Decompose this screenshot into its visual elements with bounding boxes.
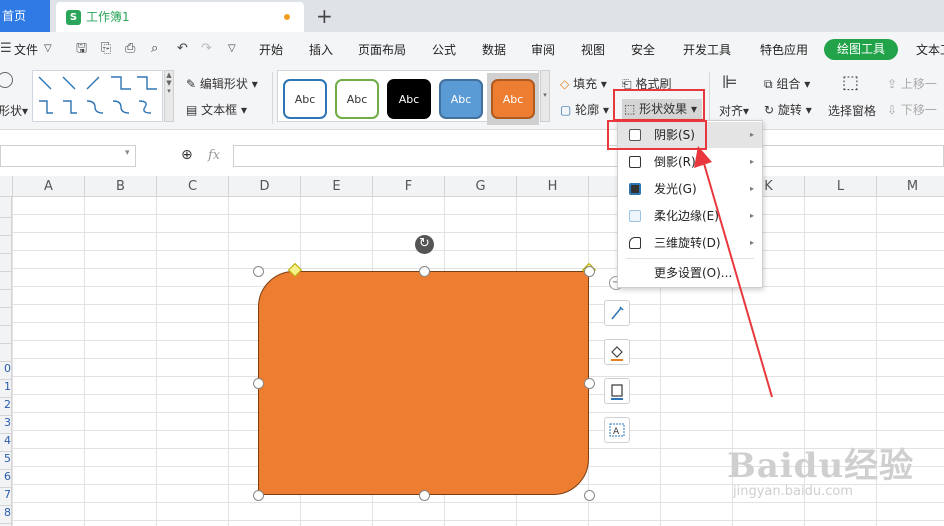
watermark-url: jingyan.baidu.com [733, 484, 853, 499]
watermark-logo: Baidu经验 [727, 446, 915, 486]
watermark: Baidu经验 jingyan.baidu.com [727, 438, 927, 518]
